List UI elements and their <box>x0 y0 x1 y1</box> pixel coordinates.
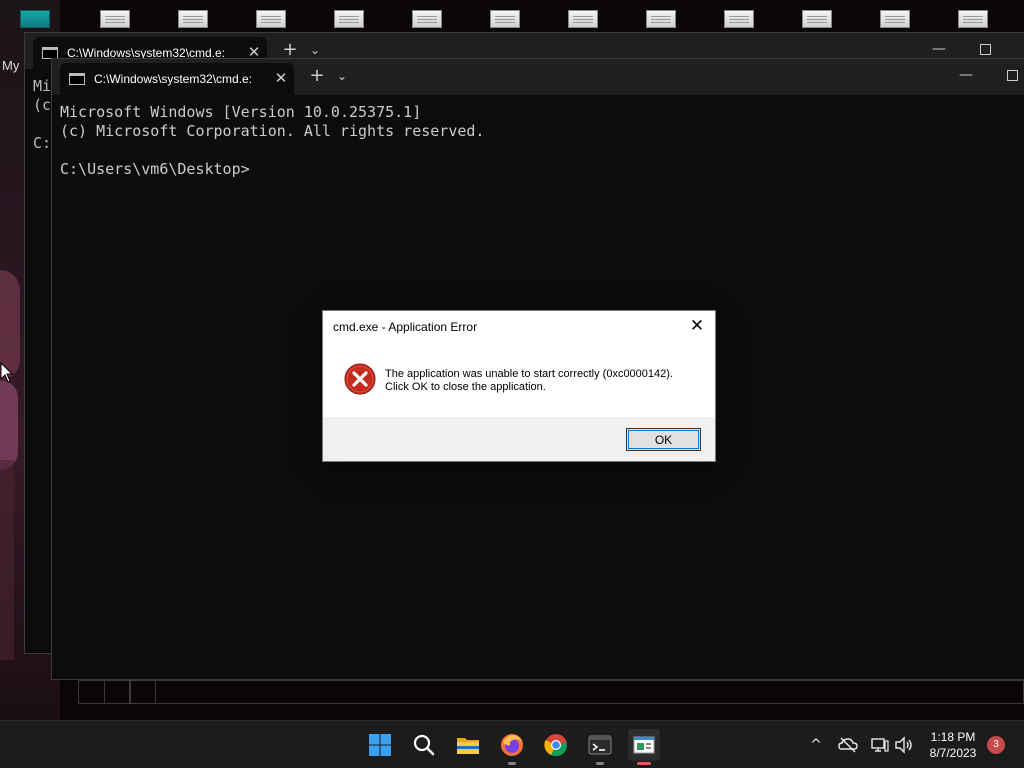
chrome-icon <box>544 734 567 757</box>
wallpaper-shape <box>0 460 14 660</box>
application-error-dialog[interactable]: cmd.exe - Application Error ✕ The applic… <box>322 310 716 462</box>
show-hidden-icons-chevron-icon[interactable]: ^ <box>806 735 826 755</box>
chevron-down-icon[interactable]: ⌄ <box>332 65 352 87</box>
desktop-file-icon[interactable] <box>878 8 912 30</box>
desktop-icon-label: My <box>2 58 20 73</box>
onedrive-offline-icon[interactable] <box>838 735 858 755</box>
dialog-footer: OK <box>323 417 715 461</box>
desktop-file-icon[interactable] <box>644 8 678 30</box>
terminal-tab[interactable]: C:\Windows\system32\cmd.e: ✕ <box>60 63 294 95</box>
terminal-icon <box>588 735 612 755</box>
cmd-error-window-button[interactable] <box>628 729 660 765</box>
desktop-file-icon[interactable] <box>488 8 522 30</box>
wallpaper-shape <box>0 380 18 470</box>
window-ghost-frame <box>78 680 1024 704</box>
firefox-button[interactable] <box>496 729 528 765</box>
close-icon[interactable]: ✕ <box>685 315 709 337</box>
minimize-button[interactable]: — <box>956 65 976 85</box>
error-message-line: The application was unable to start corr… <box>385 368 673 380</box>
window-ghost-frame <box>104 680 130 704</box>
mouse-cursor-icon <box>0 362 14 383</box>
clock-date: 8/7/2023 <box>929 746 977 760</box>
minimize-button[interactable]: — <box>929 39 949 59</box>
active-indicator <box>637 762 651 765</box>
tab-title: C:\Windows\system32\cmd.e: <box>94 72 253 86</box>
desktop-file-icon[interactable] <box>18 8 52 30</box>
desktop-file-icon[interactable] <box>800 8 834 30</box>
start-button[interactable] <box>364 729 396 761</box>
dialog-title: cmd.exe - Application Error <box>333 320 478 334</box>
firefox-icon <box>501 734 523 756</box>
taskbar: ^ 1:18 PM 8/7/2023 3 <box>0 720 1024 768</box>
running-indicator <box>596 762 604 765</box>
file-explorer-button[interactable] <box>452 729 484 761</box>
clock[interactable]: 1:18 PM 8/7/2023 <box>918 729 988 761</box>
desktop-file-icon[interactable] <box>566 8 600 30</box>
running-indicator <box>508 762 516 765</box>
folder-icon <box>457 738 479 754</box>
maximize-button[interactable] <box>975 39 995 59</box>
title-bar[interactable]: C:\Windows\system32\cmd.e: ✕ + ⌄ — <box>52 59 1024 95</box>
chrome-button[interactable] <box>540 729 572 761</box>
new-tab-button[interactable]: + <box>306 65 328 87</box>
desktop-file-icon[interactable] <box>410 8 444 30</box>
desktop-file-icon[interactable] <box>254 8 288 30</box>
volume-icon[interactable] <box>894 735 914 755</box>
window-ghost-frame <box>130 680 156 704</box>
windows-logo-icon <box>369 734 391 756</box>
error-message: The application was unable to start corr… <box>385 368 673 394</box>
error-message-line: Click OK to close the application. <box>385 381 546 393</box>
ok-button[interactable]: OK <box>626 428 701 451</box>
search-button[interactable] <box>408 729 440 761</box>
maximize-button[interactable] <box>1002 65 1022 85</box>
search-icon <box>413 734 435 756</box>
desktop-file-icon[interactable] <box>332 8 366 30</box>
app-window-icon <box>633 736 655 754</box>
error-icon <box>344 363 376 395</box>
close-tab-icon[interactable]: ✕ <box>272 69 290 87</box>
cmd-icon <box>69 73 85 85</box>
notification-badge[interactable]: 3 <box>987 736 1005 754</box>
desktop-file-icon[interactable] <box>722 8 756 30</box>
dialog-body: The application was unable to start corr… <box>323 343 715 417</box>
desktop-file-icon[interactable] <box>176 8 210 30</box>
terminal-button[interactable] <box>584 729 616 765</box>
desktop-file-icon[interactable] <box>956 8 990 30</box>
network-icon[interactable] <box>870 735 890 755</box>
desktop-file-icon[interactable] <box>98 8 132 30</box>
clock-time: 1:18 PM <box>930 730 976 744</box>
